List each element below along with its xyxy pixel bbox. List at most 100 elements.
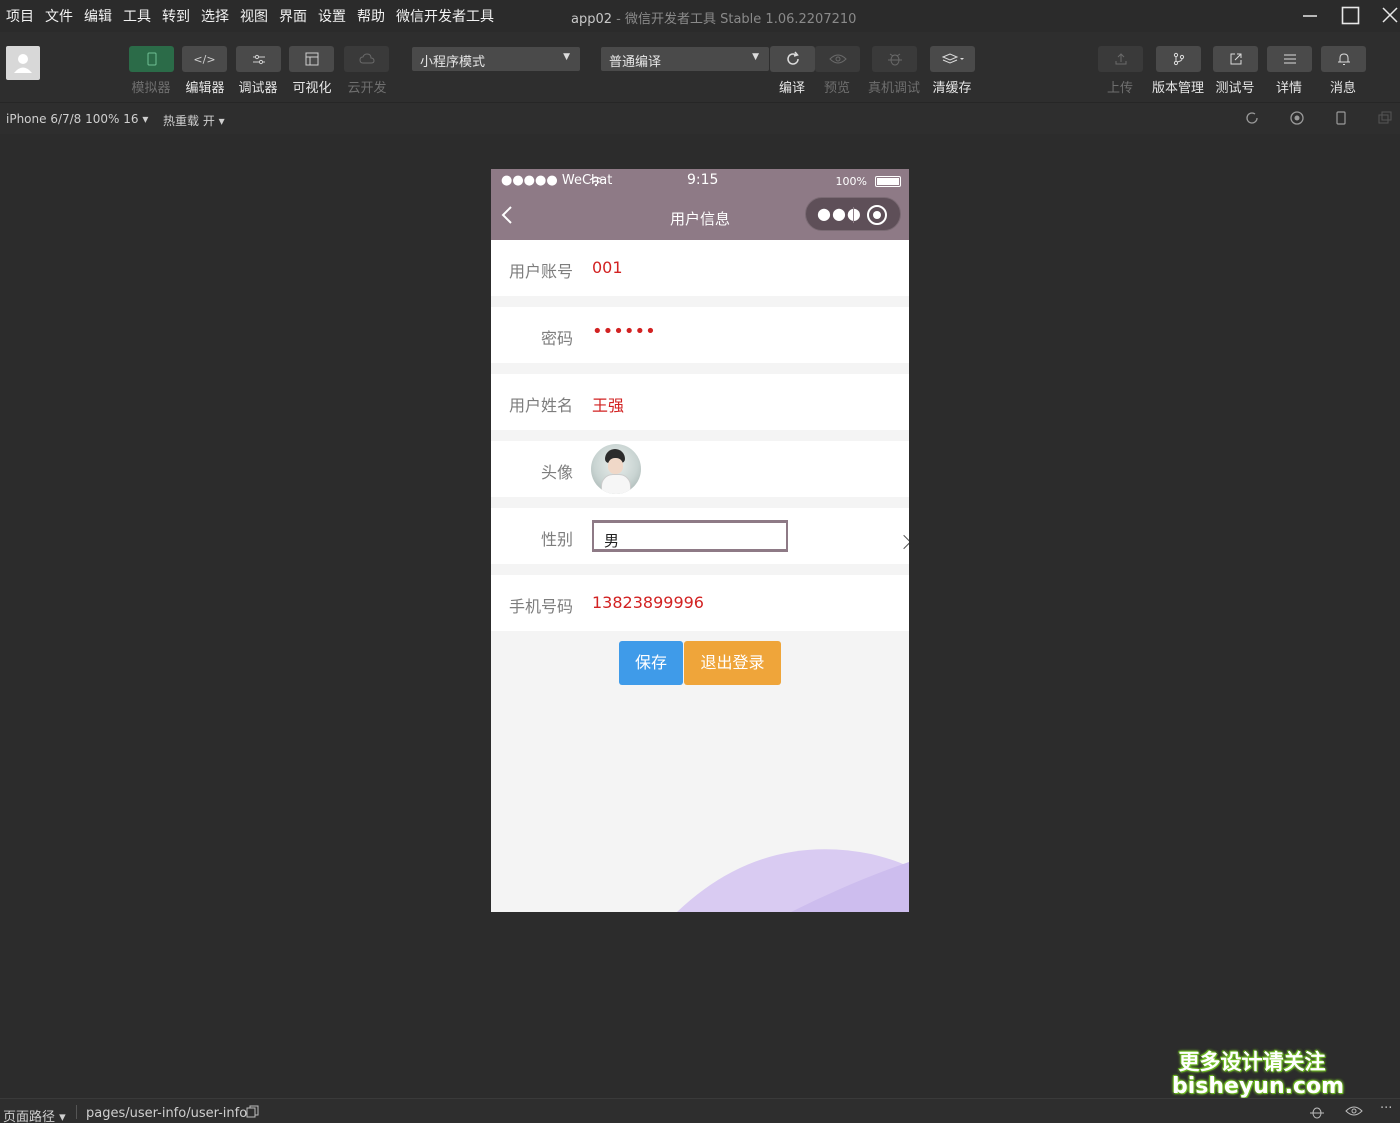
compile-select-value: 普通编译 [609, 55, 662, 70]
logout-button[interactable]: 退出登录 [684, 641, 781, 685]
menu-item-settings[interactable]: 设置 [318, 6, 346, 26]
password-label: 密码 [540, 329, 573, 348]
close-miniprogram-icon[interactable] [867, 205, 887, 225]
menu-item-edit[interactable]: 编辑 [84, 6, 112, 26]
upload-label: 上传 [1106, 81, 1133, 96]
layers-icon [941, 53, 964, 64]
record-icon[interactable] [1290, 111, 1304, 125]
test-account-button[interactable] [1213, 46, 1258, 72]
status-footer: 页面路径 ▾ pages/user-info/user-info ··· [0, 1098, 1400, 1123]
menu-bar: 项目 文件 编辑 工具 转到 选择 视图 界面 设置 帮助 微信开发者工具 [6, 6, 505, 26]
details-button[interactable] [1267, 46, 1312, 72]
debugger-button[interactable] [236, 46, 281, 72]
close-icon[interactable] [1381, 4, 1399, 31]
visual-label: 可视化 [292, 81, 332, 96]
bell-icon [1337, 53, 1350, 65]
version-label: 版本管理 [1151, 81, 1204, 96]
messages-button[interactable] [1321, 46, 1366, 72]
menu-item-wechat-devtools[interactable]: 微信开发者工具 [396, 6, 494, 26]
gender-picker[interactable]: 男 [592, 520, 788, 552]
field-row-account: 用户账号 001 [491, 240, 909, 296]
battery-percent: 100% [835, 175, 867, 188]
messages-label: 消息 [1329, 81, 1356, 96]
editor-label: 编辑器 [185, 81, 225, 96]
code-icon: </> [193, 52, 216, 66]
caret-down-icon: ▼ [752, 52, 759, 62]
toolbar: 模拟器 </> 编辑器 调试器 可视化 云开发 小程序模式 ▼ 普通编译 ▼ 编… [0, 32, 1400, 102]
menu-item-goto[interactable]: 转到 [162, 6, 190, 26]
clear-cache-label: 清缓存 [932, 81, 972, 96]
copy-icon[interactable] [246, 1105, 259, 1122]
device-icon[interactable] [1335, 111, 1349, 125]
sliders-icon [252, 54, 265, 65]
window-title: app02 - 微信开发者工具 Stable 1.06.2207210 [571, 12, 857, 27]
more-icon[interactable]: ●●● [817, 204, 862, 223]
app-version: 微信开发者工具 Stable 1.06.2207210 [624, 12, 857, 27]
maximize-icon[interactable] [1341, 4, 1361, 31]
upload-button[interactable] [1098, 46, 1143, 72]
phone-nav-bar: 用户信息 ●●● [491, 193, 909, 240]
clear-cache-button[interactable] [930, 46, 975, 72]
phone-simulator: ●●●●● WeChat 9:15 100% 用户信息 ●●● 用户账号 001… [491, 169, 909, 912]
layout-icon [305, 52, 318, 66]
name-input[interactable]: 王强 [592, 392, 624, 416]
simulator-button[interactable] [129, 46, 174, 72]
field-row-gender: 性别 男 [491, 508, 909, 564]
menu-icon [1283, 54, 1296, 64]
more-icon[interactable]: ··· [1380, 1101, 1392, 1116]
project-name: app02 [571, 12, 613, 27]
cloud-dev-button[interactable] [344, 46, 389, 72]
version-button[interactable] [1156, 46, 1201, 72]
status-time: 9:15 [687, 172, 719, 188]
upload-icon [1115, 53, 1126, 65]
menu-item-file[interactable]: 文件 [45, 6, 73, 26]
test-account-label: 测试号 [1215, 81, 1255, 96]
mode-select-value: 小程序模式 [420, 55, 486, 70]
wifi-icon [589, 176, 603, 187]
branch-icon [1173, 52, 1184, 66]
user-avatar[interactable] [6, 46, 40, 80]
minimize-icon[interactable] [1302, 4, 1318, 29]
rotate-icon[interactable] [1245, 111, 1259, 125]
menu-item-tools[interactable]: 工具 [123, 6, 151, 26]
device-select[interactable]: iPhone 6/7/8 100% 16 ▾ [6, 112, 148, 126]
menu-item-view[interactable]: 视图 [240, 6, 268, 26]
hot-reload-toggle[interactable]: 热重载 开 ▾ [163, 112, 225, 129]
external-link-icon [1230, 53, 1241, 65]
simulator-subbar: iPhone 6/7/8 100% 16 ▾ 热重载 开 ▾ [0, 102, 1400, 134]
compile-button[interactable] [770, 46, 815, 72]
field-row-phone: 手机号码 13823899996 [491, 575, 909, 631]
visual-button[interactable] [289, 46, 334, 72]
menu-item-interface[interactable]: 界面 [279, 6, 307, 26]
eye-icon[interactable] [1345, 1105, 1363, 1121]
remote-debug-button[interactable] [872, 46, 917, 72]
detach-window-icon[interactable] [1378, 111, 1392, 125]
debugger-label: 调试器 [238, 81, 278, 96]
cloud-dev-label: 云开发 [347, 81, 387, 96]
eye-icon [828, 54, 847, 64]
details-label: 详情 [1275, 81, 1302, 96]
mode-select[interactable]: 小程序模式 ▼ [412, 47, 580, 71]
avatar-image[interactable] [591, 444, 641, 494]
watermark: 更多设计请关注 bisheyun.com [1172, 1050, 1345, 1099]
editor-button[interactable]: </> [182, 46, 227, 72]
battery-icon [875, 176, 901, 187]
menu-item-help[interactable]: 帮助 [357, 6, 385, 26]
phone-input[interactable]: 13823899996 [592, 593, 704, 612]
phone-label: 手机号码 [508, 597, 573, 616]
name-label: 用户姓名 [508, 396, 573, 415]
account-input[interactable]: 001 [592, 258, 623, 277]
simulator-label: 模拟器 [131, 81, 171, 96]
preview-button[interactable] [815, 46, 860, 72]
user-icon [14, 54, 32, 73]
title-bar: 项目 文件 编辑 工具 转到 选择 视图 界面 设置 帮助 微信开发者工具 ap… [0, 0, 1400, 32]
menu-item-project[interactable]: 项目 [6, 6, 34, 26]
password-input[interactable]: •••••• [592, 321, 656, 342]
gender-value: 男 [604, 532, 620, 550]
bug-icon[interactable] [1309, 1105, 1325, 1123]
save-button[interactable]: 保存 [619, 641, 683, 685]
phone-icon [147, 52, 156, 66]
menu-item-select[interactable]: 选择 [201, 6, 229, 26]
compile-select[interactable]: 普通编译 ▼ [601, 47, 769, 71]
page-path-dropdown[interactable]: 页面路径 ▾ [3, 1106, 66, 1123]
